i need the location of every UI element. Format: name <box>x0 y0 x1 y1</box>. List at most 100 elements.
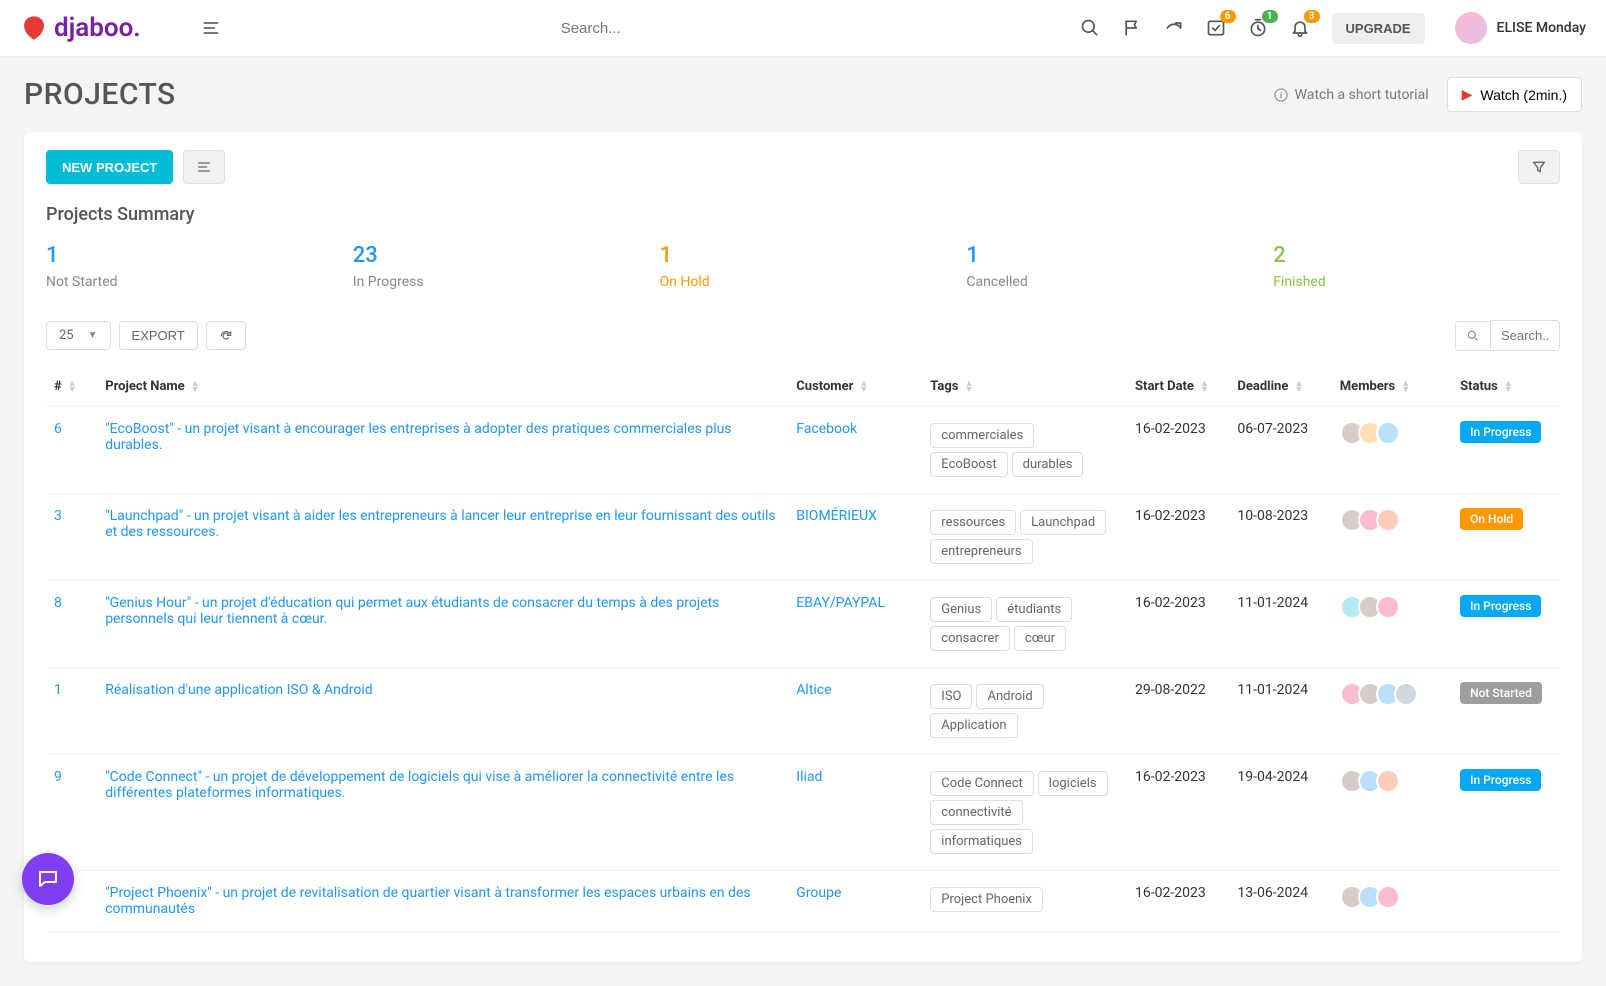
tasks-icon[interactable]: 6 <box>1206 18 1226 38</box>
user-name: ELISE Monday <box>1497 20 1586 36</box>
tag[interactable]: ISO <box>930 684 972 709</box>
cell-name[interactable]: Réalisation d'une application ISO & Andr… <box>97 668 788 755</box>
cell-name[interactable]: "Code Connect" - un projet de développem… <box>97 755 788 871</box>
cell-customer[interactable]: BIOMÉRIEUX <box>788 494 922 581</box>
search-icon[interactable] <box>1080 18 1100 38</box>
table-row: 11 "Project Phoenix" - un projet de revi… <box>46 871 1560 932</box>
tag[interactable]: durables <box>1012 452 1084 477</box>
cell-name[interactable]: "EcoBoost" - un projet visant à encourag… <box>97 407 788 494</box>
tag[interactable]: EcoBoost <box>930 452 1007 477</box>
status-badge[interactable]: In Progress <box>1460 595 1541 617</box>
cell-name[interactable]: "Project Phoenix" - un projet de revital… <box>97 871 788 932</box>
cell-members <box>1332 668 1452 755</box>
global-search <box>561 20 1040 37</box>
cell-tags: Project Phoenix <box>922 871 1127 932</box>
summary-title: Projects Summary <box>46 204 1560 225</box>
cell-num[interactable]: 1 <box>46 668 97 755</box>
tag[interactable]: Android <box>976 684 1043 709</box>
cell-customer[interactable]: Facebook <box>788 407 922 494</box>
watch-button[interactable]: ▶ Watch (2min.) <box>1447 77 1582 112</box>
cell-name[interactable]: "Launchpad" - un projet visant à aider l… <box>97 494 788 581</box>
logo-icon <box>20 14 48 42</box>
page-size-select[interactable]: 25 ▼ <box>46 321 111 350</box>
member-avatar[interactable] <box>1376 595 1400 619</box>
table-search-input[interactable] <box>1490 320 1560 351</box>
status-badge[interactable]: In Progress <box>1460 421 1541 443</box>
tutorial-section: Watch a short tutorial ▶ Watch (2min.) <box>1273 77 1582 112</box>
new-project-button[interactable]: NEW PROJECT <box>46 150 173 184</box>
filter-row: 25 ▼ EXPORT <box>46 320 1560 351</box>
cell-num[interactable]: 8 <box>46 581 97 668</box>
summary-count: 1 <box>46 243 333 268</box>
cell-customer[interactable]: EBAY/PAYPAL <box>788 581 922 668</box>
tag[interactable]: Launchpad <box>1020 510 1106 535</box>
cell-customer[interactable]: Iliad <box>788 755 922 871</box>
member-avatar[interactable] <box>1376 885 1400 909</box>
tag[interactable]: Genius <box>930 597 992 622</box>
chat-fab[interactable] <box>22 853 74 905</box>
tutorial-link[interactable]: Watch a short tutorial <box>1273 87 1429 103</box>
summary-item[interactable]: 1 On Hold <box>660 243 947 290</box>
tag[interactable]: cœur <box>1014 626 1066 651</box>
status-badge[interactable]: In Progress <box>1460 769 1541 791</box>
tag[interactable]: Project Phoenix <box>930 887 1043 912</box>
table-search-icon[interactable] <box>1455 321 1490 351</box>
timer-icon[interactable]: 1 <box>1248 18 1268 38</box>
cell-customer[interactable]: Altice <box>788 668 922 755</box>
tag[interactable]: entrepreneurs <box>930 539 1032 564</box>
search-input[interactable] <box>561 20 1040 37</box>
cell-num[interactable]: 3 <box>46 494 97 581</box>
member-avatar[interactable] <box>1376 421 1400 445</box>
summary-item[interactable]: 23 In Progress <box>353 243 640 290</box>
status-badge[interactable]: On Hold <box>1460 508 1523 530</box>
summary-item[interactable]: 1 Not Started <box>46 243 333 290</box>
menu-toggle-icon[interactable] <box>201 18 221 38</box>
col-status[interactable]: Status▲▼ <box>1452 367 1560 407</box>
col-start[interactable]: Start Date▲▼ <box>1127 367 1229 407</box>
cell-name[interactable]: "Genius Hour" - un projet d'éducation qu… <box>97 581 788 668</box>
bell-icon[interactable]: 3 <box>1290 18 1310 38</box>
filter-button[interactable] <box>1518 150 1560 184</box>
status-badge[interactable]: Not Started <box>1460 682 1542 704</box>
logo[interactable]: djaboo. <box>20 13 141 43</box>
tag[interactable]: Code Connect <box>930 771 1034 796</box>
flag-icon[interactable] <box>1122 18 1142 38</box>
tag[interactable]: logiciels <box>1038 771 1108 796</box>
tag[interactable]: étudiants <box>996 597 1072 622</box>
cell-customer[interactable]: Groupe <box>788 871 922 932</box>
col-deadline[interactable]: Deadline▲▼ <box>1229 367 1331 407</box>
col-members[interactable]: Members▲▼ <box>1332 367 1452 407</box>
cell-tags: Geniusétudiants consacrercœur <box>922 581 1127 668</box>
tag[interactable]: informatiques <box>930 829 1033 854</box>
cell-members <box>1332 407 1452 494</box>
tag[interactable]: consacrer <box>930 626 1010 651</box>
member-avatar[interactable] <box>1376 769 1400 793</box>
cell-deadline: 11-01-2024 <box>1229 668 1331 755</box>
tag[interactable]: connectivité <box>930 800 1022 825</box>
summary-label: On Hold <box>660 274 947 290</box>
table-row: 3 "Launchpad" - un projet visant à aider… <box>46 494 1560 581</box>
page-size-value: 25 <box>59 328 74 343</box>
tag[interactable]: Application <box>930 713 1017 738</box>
user-profile[interactable]: ELISE Monday <box>1455 12 1586 44</box>
refresh-button[interactable] <box>206 321 246 350</box>
summary-item[interactable]: 2 Finished <box>1273 243 1560 290</box>
tag[interactable]: ressources <box>930 510 1016 535</box>
col-num[interactable]: #▲▼ <box>46 367 97 407</box>
export-button[interactable]: EXPORT <box>119 321 198 350</box>
cell-members <box>1332 871 1452 932</box>
cell-num[interactable]: 6 <box>46 407 97 494</box>
summary-item[interactable]: 1 Cancelled <box>966 243 1253 290</box>
col-name[interactable]: Project Name▲▼ <box>97 367 788 407</box>
cell-status: On Hold <box>1452 494 1560 581</box>
col-tags[interactable]: Tags▲▼ <box>922 367 1127 407</box>
member-avatar[interactable] <box>1376 508 1400 532</box>
cell-start: 29-08-2022 <box>1127 668 1229 755</box>
share-icon[interactable] <box>1164 18 1184 38</box>
tag[interactable]: commerciales <box>930 423 1034 448</box>
upgrade-button[interactable]: UPGRADE <box>1332 13 1425 44</box>
list-view-button[interactable] <box>183 150 225 184</box>
member-avatar[interactable] <box>1394 682 1418 706</box>
col-customer[interactable]: Customer▲▼ <box>788 367 922 407</box>
cell-status <box>1452 871 1560 932</box>
